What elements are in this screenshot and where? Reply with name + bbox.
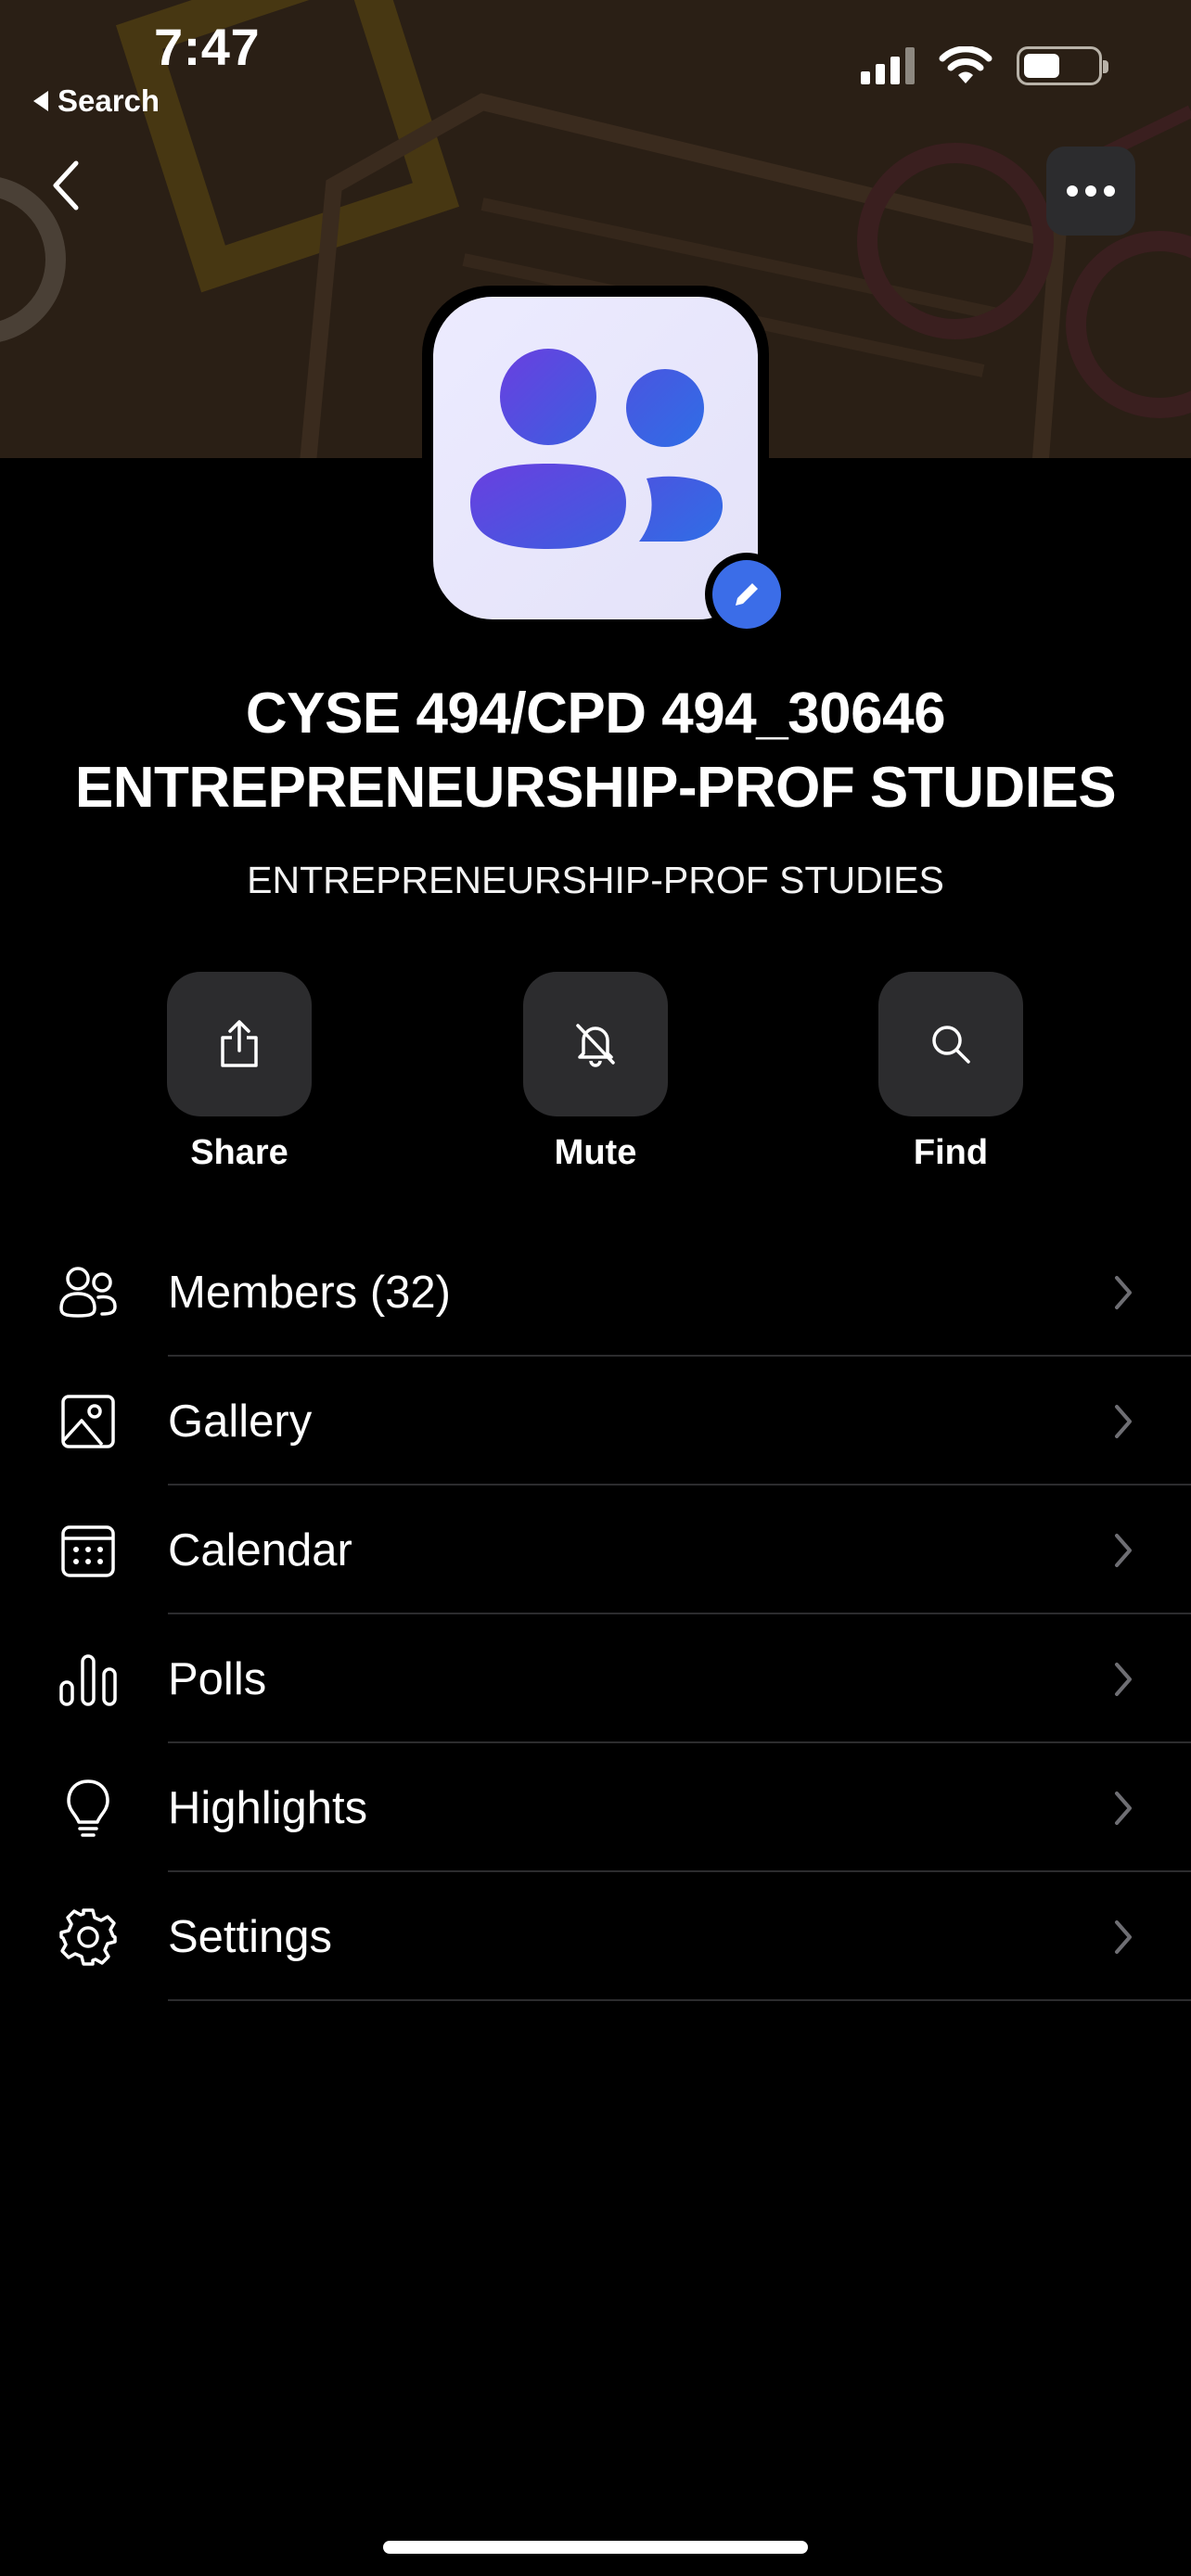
- menu-item-label: Calendar: [168, 1525, 352, 1575]
- chevron-right-icon: [1115, 1405, 1132, 1438]
- menu-item-settings[interactable]: Settings: [0, 1872, 1191, 2001]
- menu-item-label: Members (32): [168, 1268, 451, 1318]
- share-button[interactable]: Share: [147, 972, 332, 1173]
- back-to-app-label: Search: [58, 83, 160, 118]
- menu-item-calendar[interactable]: Calendar: [0, 1486, 1191, 1614]
- chevron-right-icon: [1115, 1663, 1132, 1696]
- home-indicator[interactable]: [383, 2541, 808, 2554]
- bar-chart-icon: [59, 1654, 117, 1706]
- wifi-icon: [939, 46, 992, 83]
- action-buttons: Share Mute Find: [0, 972, 1191, 1176]
- mute-label: Mute: [554, 1133, 637, 1172]
- chevron-right-icon: [1115, 1920, 1132, 1954]
- ellipsis-icon: [1067, 185, 1078, 197]
- status-time: 7:47: [154, 18, 261, 76]
- group-title: CYSE 494/CPD 494_30646 ENTREPRENEURSHIP-…: [74, 682, 1117, 820]
- chevron-right-icon: [1115, 1276, 1132, 1309]
- edit-avatar-button[interactable]: [705, 553, 788, 636]
- status-icons: [861, 46, 1108, 85]
- menu-item-label: Gallery: [168, 1396, 313, 1447]
- share-icon: [221, 1020, 258, 1067]
- battery-icon: [1017, 46, 1108, 85]
- find-button[interactable]: Find: [858, 972, 1044, 1173]
- menu-item-gallery[interactable]: Gallery: [0, 1357, 1191, 1486]
- menu-item-members[interactable]: Members (32): [0, 1228, 1191, 1357]
- pencil-icon: [736, 580, 761, 606]
- menu-item-label: Highlights: [168, 1783, 368, 1833]
- group-menu-list: Members (32) Gallery Calendar Polls High…: [0, 1228, 1191, 2001]
- group-subtitle: ENTREPRENEURSHIP-PROF STUDIES: [247, 859, 944, 901]
- group-info-screen: 7:47 Search CYSE 494/CPD 494_30646 ENTRE…: [0, 0, 1191, 2576]
- menu-item-label: Polls: [168, 1654, 267, 1704]
- menu-item-highlights[interactable]: Highlights: [0, 1743, 1191, 1872]
- find-label: Find: [913, 1133, 989, 1172]
- cellular-signal-icon: [861, 47, 915, 84]
- calendar-icon: [61, 1525, 115, 1577]
- back-triangle-icon: [33, 91, 48, 111]
- gear-icon: [59, 1908, 117, 1966]
- menu-item-label: Settings: [168, 1912, 333, 1962]
- members-icon: [59, 1267, 117, 1318]
- bell-off-icon: [576, 1024, 615, 1067]
- more-options-button[interactable]: [1046, 147, 1135, 236]
- chevron-left-icon[interactable]: [45, 156, 89, 215]
- divider: [168, 1999, 1191, 2001]
- menu-item-polls[interactable]: Polls: [0, 1614, 1191, 1743]
- back-to-app-link[interactable]: Search: [33, 83, 160, 119]
- lightbulb-icon: [67, 1779, 109, 1837]
- chevron-right-icon: [1115, 1534, 1132, 1567]
- chevron-right-icon: [1115, 1792, 1132, 1825]
- share-label: Share: [190, 1133, 288, 1172]
- image-icon: [61, 1395, 115, 1448]
- mute-button[interactable]: Mute: [503, 972, 688, 1173]
- group-people-icon: [470, 349, 724, 549]
- search-icon: [932, 1026, 970, 1064]
